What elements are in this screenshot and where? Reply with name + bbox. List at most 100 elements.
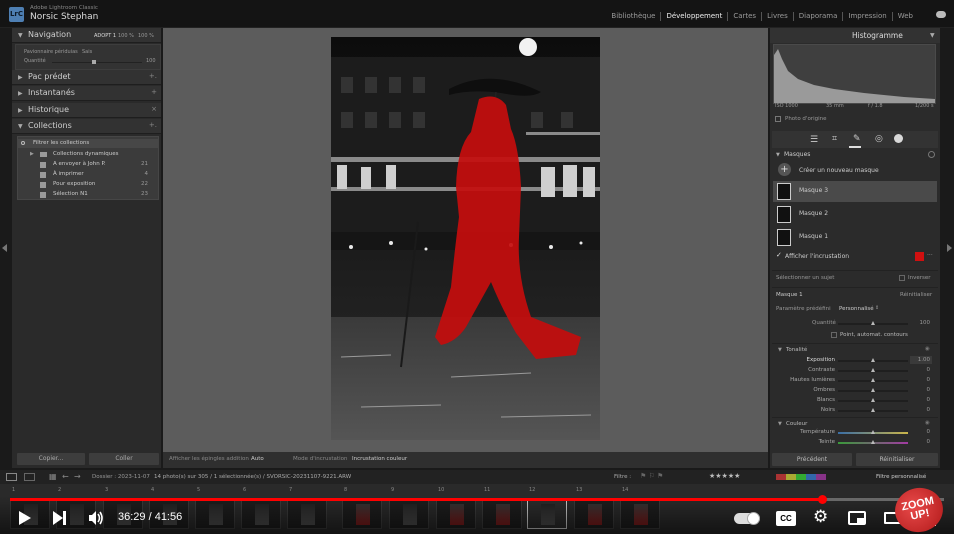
preset-select[interactable]: Personnalisé [839,306,874,312]
checkmark-icon[interactable]: ✓ [776,251,782,259]
back-arrow-icon[interactable]: ← [62,472,69,481]
settings-gear-icon[interactable]: ⚙ [813,509,828,526]
zoom-fit[interactable]: ADOPT 1 [94,33,116,39]
healing-icon[interactable]: ✎ [853,134,861,144]
tone-slider-knob[interactable] [870,388,875,392]
tone-slider-knob[interactable] [870,378,875,382]
previous-button[interactable]: Précédent [772,453,852,466]
color-slider-label: Teinte [818,439,835,445]
snapshots-header[interactable]: ▶ Instantanés + [12,86,161,101]
star-filter-icon[interactable]: ★★★★★ [709,472,740,480]
add-icon[interactable]: +. [149,121,157,129]
close-icon[interactable]: × [151,105,157,113]
module-slideshow[interactable]: Diaporama [792,12,843,21]
reset-button[interactable]: Réinitialiser [856,453,938,466]
color-label-filter[interactable] [776,474,826,480]
module-library[interactable]: Bibliothèque [606,12,660,21]
tone-section-title[interactable]: Tonalité [786,347,807,353]
list-item[interactable]: Pour exposition 22 [18,180,158,189]
red-eye-icon[interactable]: ◎ [875,134,883,144]
invert-checkbox[interactable] [899,275,905,281]
miniplayer-icon[interactable] [848,511,866,525]
auto-select[interactable]: Auto [251,456,264,462]
create-mask-button[interactable]: + Créer un nouveau masque [773,160,937,180]
tone-slider-label: Blancs [816,397,835,403]
navigation-header[interactable]: ▼ Navigation ADOPT 1 100 % 100 % [12,28,161,43]
edit-icon[interactable]: ☰ [810,135,818,145]
zoom-fill[interactable]: 100 % [118,33,134,39]
nav-slider-knob[interactable] [92,60,96,64]
mask-reset-button[interactable]: Réinitialiser [900,292,932,298]
original-checkbox[interactable] [775,116,781,122]
module-book[interactable]: Livres [761,12,793,21]
presets-header[interactable]: ▶ Pac prédet +. [12,70,161,85]
tone-slider-knob[interactable] [870,398,875,402]
collapse-left-icon[interactable] [2,244,7,252]
autoplay-toggle[interactable] [734,512,760,525]
crop-icon[interactable]: ⌗ [832,134,837,144]
list-item[interactable]: ▶ Collections dynamiques [18,150,158,159]
mask-thumbnail [777,183,791,200]
masking-icon[interactable] [894,134,903,143]
progress-scrubber[interactable] [818,495,828,504]
module-print[interactable]: Impression [842,12,891,21]
color-slider-knob[interactable] [870,440,875,444]
collection-label: Sélection N1 [53,191,88,197]
nav-slider-track[interactable] [52,62,142,63]
add-icon[interactable]: +. [149,72,157,80]
histogram[interactable] [773,44,936,104]
copy-button[interactable]: Copier... [17,453,85,465]
histogram-header[interactable]: Histogramme ▼ [770,28,940,43]
volume-icon[interactable] [88,510,104,526]
more-icon[interactable]: ··· [927,252,933,259]
frame-number: 8 [344,487,348,493]
amount-slider-knob[interactable] [871,321,875,325]
more-icon[interactable]: ◉ [925,346,930,352]
mask-item-2[interactable]: Masque 2 [773,204,937,225]
collection-label: Collections dynamiques [53,151,119,157]
tone-slider-knob[interactable] [870,358,875,362]
chevron-updown-icon: ⇕ [875,305,880,311]
flag-filter-icon[interactable]: ⚑ ⚐ ⚑ [640,472,663,480]
folder-source[interactable]: Dossier : 2023-11-07 [92,474,150,480]
module-develop[interactable]: Développement [660,12,727,21]
snapshots-title: Instantanés [28,88,75,97]
filter-select[interactable]: Filtre personnalisé [876,474,926,480]
add-icon[interactable]: + [151,88,157,96]
auto-contour-checkbox[interactable] [831,332,837,338]
settings-icon[interactable] [928,151,935,158]
photo-preview[interactable] [331,37,600,440]
color-slider-knob[interactable] [870,430,875,434]
list-item[interactable]: Sélection N1 23 [18,190,158,199]
module-web[interactable]: Web [891,12,918,21]
navigator-preview[interactable]: Pavionnaire périduias Sais Quantité 100 [15,44,161,70]
next-icon[interactable] [53,511,67,525]
paste-button[interactable]: Coller [89,453,159,465]
color-section-title[interactable]: Couleur [786,421,807,427]
subtitles-icon[interactable]: CC [776,511,796,526]
screen-1-icon[interactable] [6,473,17,481]
tone-slider-knob[interactable] [870,408,875,412]
zoom-100[interactable]: 100 % [138,33,154,39]
frame-number: 6 [243,487,247,493]
mask-item-3[interactable]: Masque 3 [773,181,937,202]
forward-arrow-icon[interactable]: → [74,472,81,481]
tone-slider-knob[interactable] [870,368,875,372]
collapse-right-icon[interactable] [947,244,952,252]
mask-item-1[interactable]: Masque 1 [773,227,937,248]
cloud-icon[interactable] [936,11,946,18]
collections-filter[interactable]: Filtrer les collections [18,139,158,148]
history-header[interactable]: ▶ Historique × [12,103,161,118]
module-map[interactable]: Cartes [727,12,761,21]
screen-2-icon[interactable] [24,473,35,481]
collection-count: 4 [144,171,149,177]
collections-header[interactable]: ▼ Collections +. [12,119,161,134]
select-subject-label: Sélectionner un sujet [776,275,835,281]
more-icon[interactable]: ◉ [925,420,930,426]
list-item[interactable]: A envoyer à John P. 21 [18,160,158,169]
overlay-mode-select[interactable]: Incrustation couleur [352,456,407,462]
overlay-color-swatch[interactable] [915,252,924,261]
play-icon[interactable] [19,511,31,525]
grid-icon[interactable]: ▦ [49,472,57,481]
list-item[interactable]: À imprimer 4 [18,170,158,179]
